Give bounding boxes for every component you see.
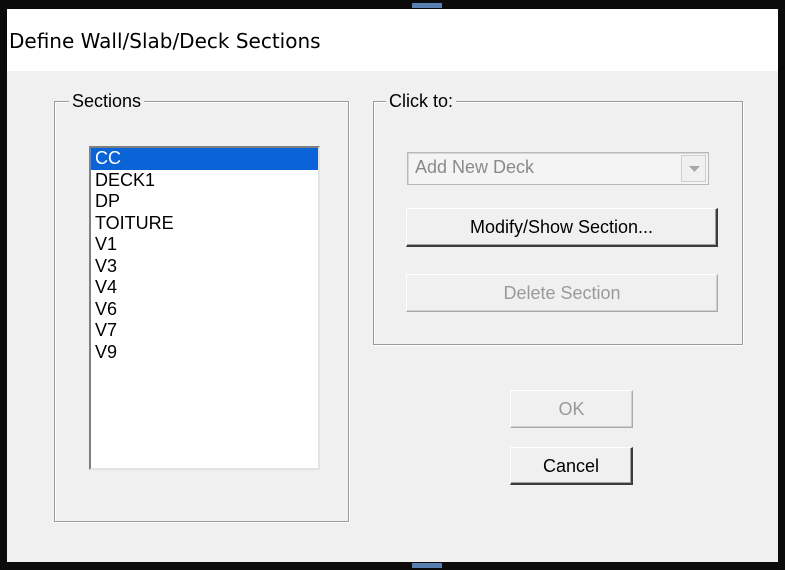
dialog-title: Define Wall/Slab/Deck Sections [9, 29, 321, 53]
dialog-title-bar[interactable]: Define Wall/Slab/Deck Sections [7, 9, 778, 71]
delete-section-button[interactable]: Delete Section [406, 274, 718, 312]
add-new-deck-combo-value: Add New Deck [415, 157, 535, 177]
frame-accent-bottom [412, 563, 442, 568]
section-list-item[interactable]: V9 [91, 342, 318, 364]
screen-frame-top [0, 0, 785, 9]
screen: Define Wall/Slab/Deck Sections Sections … [0, 0, 785, 570]
screen-frame-left [0, 0, 7, 570]
add-new-deck-combo[interactable]: Add New Deck [407, 152, 709, 185]
section-list-item[interactable]: TOITURE [91, 213, 318, 235]
dialog-body: Sections CC DECK1 DP TOITURE V1 V3 V4 V6 V7 V9 Cl… [7, 71, 778, 562]
section-list-item[interactable]: CC [91, 148, 318, 170]
section-list-item[interactable]: V4 [91, 277, 318, 299]
chevron-down-icon [689, 166, 700, 172]
frame-accent-top [412, 3, 442, 8]
section-list-item[interactable]: V6 [91, 299, 318, 321]
section-list-item[interactable]: V7 [91, 320, 318, 342]
sections-listbox[interactable]: CC DECK1 DP TOITURE V1 V3 V4 V6 V7 V9 [89, 146, 320, 470]
section-list-item[interactable]: DP [91, 191, 318, 213]
screen-frame-bottom [0, 562, 785, 570]
modify-show-section-button[interactable]: Modify/Show Section... [406, 208, 718, 247]
sections-group-label: Sections [69, 90, 145, 112]
cancel-button[interactable]: Cancel [510, 447, 633, 485]
ok-button[interactable]: OK [510, 390, 633, 428]
combo-dropdown-button[interactable] [681, 155, 706, 182]
screen-frame-right [778, 0, 785, 570]
click-to-group-label: Click to: [386, 90, 457, 112]
section-list-item[interactable]: DECK1 [91, 170, 318, 192]
section-list-item[interactable]: V1 [91, 234, 318, 256]
section-list-item[interactable]: V3 [91, 256, 318, 278]
